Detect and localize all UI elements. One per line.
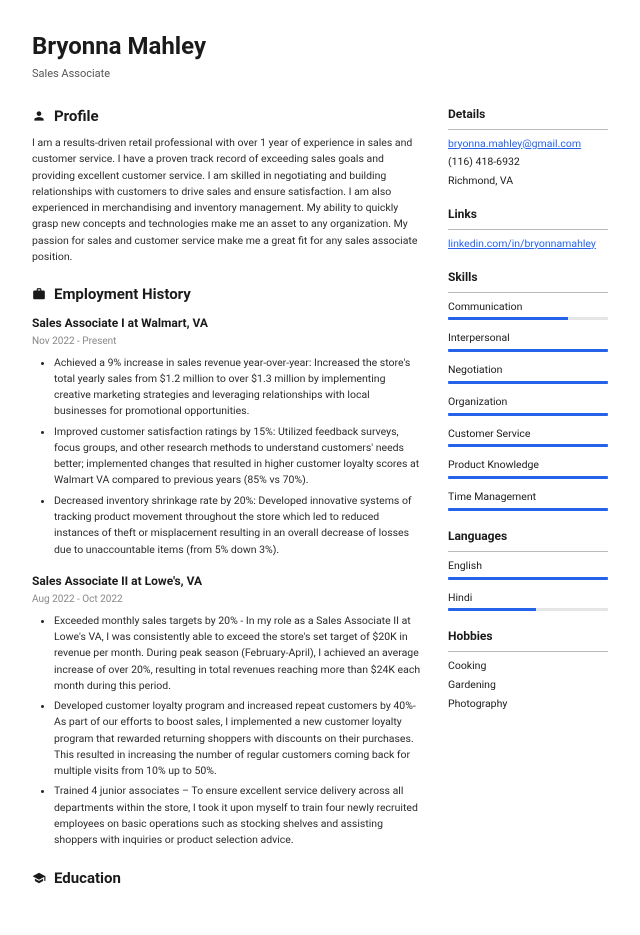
sidebar-column: Details bryonna.mahley@gmail.com (116) 4… xyxy=(448,105,608,908)
skill-bar xyxy=(448,444,608,447)
language-name: English xyxy=(448,558,608,574)
email-link[interactable]: bryonna.mahley@gmail.com xyxy=(448,137,581,150)
job-bullet: Achieved a 9% increase in sales revenue … xyxy=(54,355,424,420)
hobby-item: Gardening xyxy=(448,677,608,693)
job-bullets: Exceeded monthly sales targets by 20% - … xyxy=(32,613,424,849)
job-dates: Nov 2022 - Present xyxy=(32,334,424,349)
graduation-cap-icon xyxy=(32,871,46,885)
skill-name: Negotiation xyxy=(448,362,608,378)
skill-bar xyxy=(448,413,608,416)
details-section: Details bryonna.mahley@gmail.com (116) 4… xyxy=(448,105,608,189)
skill-bar xyxy=(448,317,608,320)
hobby-item: Cooking xyxy=(448,658,608,674)
job-entry: Sales Associate II at Lowe's, VA Aug 2022… xyxy=(32,572,424,849)
skill-item: Time Management xyxy=(448,489,608,511)
person-title: Sales Associate xyxy=(32,66,608,83)
skill-item: Customer Service xyxy=(448,426,608,448)
profile-text: I am a results-driven retail professiona… xyxy=(32,135,424,265)
education-section: Education xyxy=(32,867,424,890)
language-item: Hindi xyxy=(448,590,608,612)
divider xyxy=(448,551,608,552)
location-text: Richmond, VA xyxy=(448,173,608,189)
divider xyxy=(448,129,608,130)
language-item: English xyxy=(448,558,608,580)
links-section: Links linkedin.com/in/bryonnamahley xyxy=(448,205,608,252)
employment-section: Employment History Sales Associate I at … xyxy=(32,283,424,848)
job-entry: Sales Associate I at Walmart, VA Nov 2022… xyxy=(32,314,424,558)
hobbies-heading: Hobbies xyxy=(448,627,608,645)
job-bullet: Exceeded monthly sales targets by 20% - … xyxy=(54,613,424,694)
skill-item: Product Knowledge xyxy=(448,457,608,479)
main-column: Profile I am a results-driven retail pro… xyxy=(32,105,424,908)
skills-heading: Skills xyxy=(448,268,608,286)
skill-item: Negotiation xyxy=(448,362,608,384)
job-bullets: Achieved a 9% increase in sales revenue … xyxy=(32,355,424,558)
languages-section: Languages English Hindi xyxy=(448,527,608,612)
job-bullet: Improved customer satisfaction ratings b… xyxy=(54,424,424,489)
skill-name: Organization xyxy=(448,394,608,410)
links-heading: Links xyxy=(448,205,608,223)
skill-item: Interpersonal xyxy=(448,330,608,352)
language-bar xyxy=(448,608,608,611)
hobbies-section: Hobbies Cooking Gardening Photography xyxy=(448,627,608,711)
skill-name: Product Knowledge xyxy=(448,457,608,473)
profile-heading: Profile xyxy=(54,105,99,128)
profile-section: Profile I am a results-driven retail pro… xyxy=(32,105,424,266)
divider xyxy=(448,229,608,230)
language-bar xyxy=(448,577,608,580)
job-dates: Aug 2022 - Oct 2022 xyxy=(32,592,424,607)
person-name: Bryonna Mahley xyxy=(32,28,608,64)
skill-bar xyxy=(448,476,608,479)
skill-bar xyxy=(448,381,608,384)
skill-name: Time Management xyxy=(448,489,608,505)
skills-section: Skills Communication Interpersonal Negotia… xyxy=(448,268,608,511)
skill-item: Organization xyxy=(448,394,608,416)
employment-heading: Employment History xyxy=(54,283,191,306)
phone-text: (116) 418-6932 xyxy=(448,154,608,170)
languages-heading: Languages xyxy=(448,527,608,545)
person-icon xyxy=(32,109,46,123)
job-bullet: Trained 4 junior associates – To ensure … xyxy=(54,783,424,848)
details-heading: Details xyxy=(448,105,608,123)
language-name: Hindi xyxy=(448,590,608,606)
skill-item: Communication xyxy=(448,299,608,321)
job-bullet: Developed customer loyalty program and i… xyxy=(54,698,424,779)
briefcase-icon xyxy=(32,287,46,301)
skill-bar xyxy=(448,349,608,352)
job-bullet: Decreased inventory shrinkage rate by 20… xyxy=(54,493,424,558)
skill-bar xyxy=(448,508,608,511)
resume-header: Bryonna Mahley Sales Associate xyxy=(32,28,608,83)
skill-name: Communication xyxy=(448,299,608,315)
job-title: Sales Associate II at Lowe's, VA xyxy=(32,572,424,590)
external-link[interactable]: linkedin.com/in/bryonnamahley xyxy=(448,237,596,250)
education-heading: Education xyxy=(54,867,121,890)
hobby-item: Photography xyxy=(448,696,608,712)
divider xyxy=(448,292,608,293)
divider xyxy=(448,651,608,652)
skill-name: Customer Service xyxy=(448,426,608,442)
skill-name: Interpersonal xyxy=(448,330,608,346)
job-title: Sales Associate I at Walmart, VA xyxy=(32,314,424,332)
